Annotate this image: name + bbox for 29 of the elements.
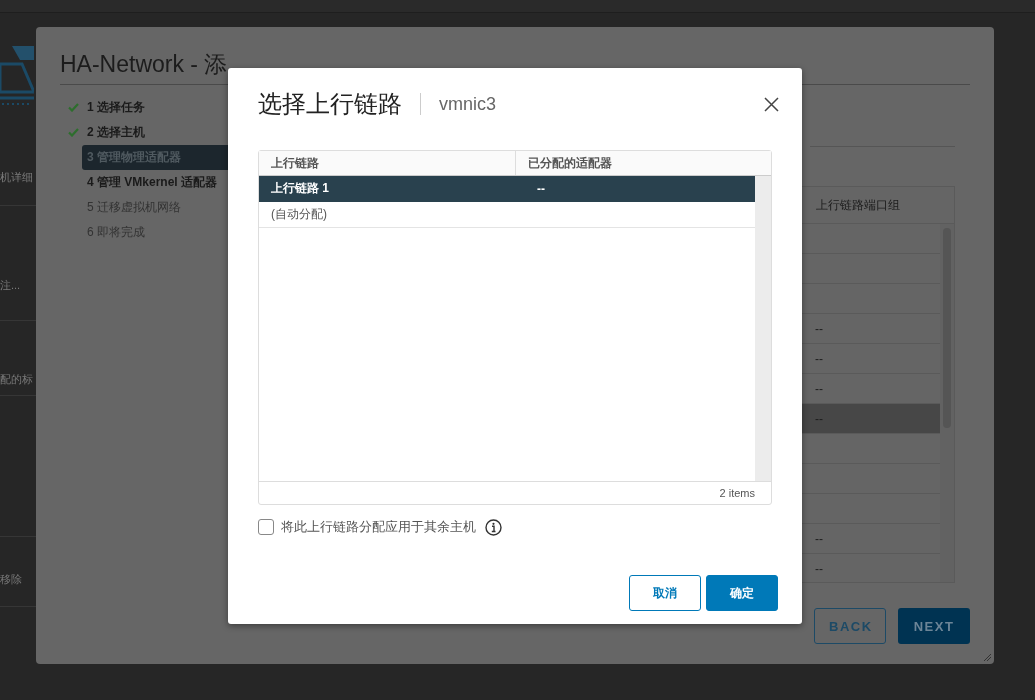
grid-cell-text: -- <box>536 181 545 196</box>
wizard-step[interactable]: 1 选择任务 <box>68 95 230 120</box>
grid-row[interactable]: 上行链路 1 -- <box>259 176 755 202</box>
grid-cell-text: 上行链路 1 <box>270 180 330 197</box>
info-icon[interactable] <box>485 518 502 536</box>
scrollbar-track[interactable] <box>755 176 771 481</box>
wizard-button[interactable]: NEXT <box>898 608 970 644</box>
background-label: 注... <box>0 278 21 293</box>
column-header[interactable]: 已分配的适配器 <box>515 151 771 175</box>
dialog-button[interactable]: 取消 <box>629 575 701 611</box>
checkbox-label[interactable]: 将此上行链路分配应用于其余主机 <box>281 518 476 536</box>
wizard-button[interactable]: BACK <box>814 608 886 644</box>
wizard-step[interactable]: 4 管理 VMkernel 适配器 <box>68 170 230 195</box>
network-drawing <box>0 46 34 108</box>
item-count: 2 items <box>719 487 755 499</box>
background-label: 机详细 <box>0 170 33 185</box>
checkbox[interactable] <box>258 519 274 535</box>
background-label: 配的标 <box>0 372 33 387</box>
dialog-title: 选择上行链路 <box>258 89 402 119</box>
close-icon[interactable] <box>764 96 779 112</box>
grid-row[interactable]: (自动分配) <box>259 202 755 228</box>
dialog-button[interactable]: 确定 <box>706 575 778 611</box>
background-label: 移除 <box>0 572 22 587</box>
grid-cell-text: (自动分配) <box>270 206 328 223</box>
column-header[interactable]: 上行链路 <box>259 151 516 175</box>
dialog-subtitle: vmnic3 <box>439 93 497 115</box>
wizard-step[interactable]: 2 选择主机 <box>68 120 230 145</box>
table-row[interactable]: -- <box>801 404 940 434</box>
resize-grip-icon[interactable] <box>983 653 991 661</box>
